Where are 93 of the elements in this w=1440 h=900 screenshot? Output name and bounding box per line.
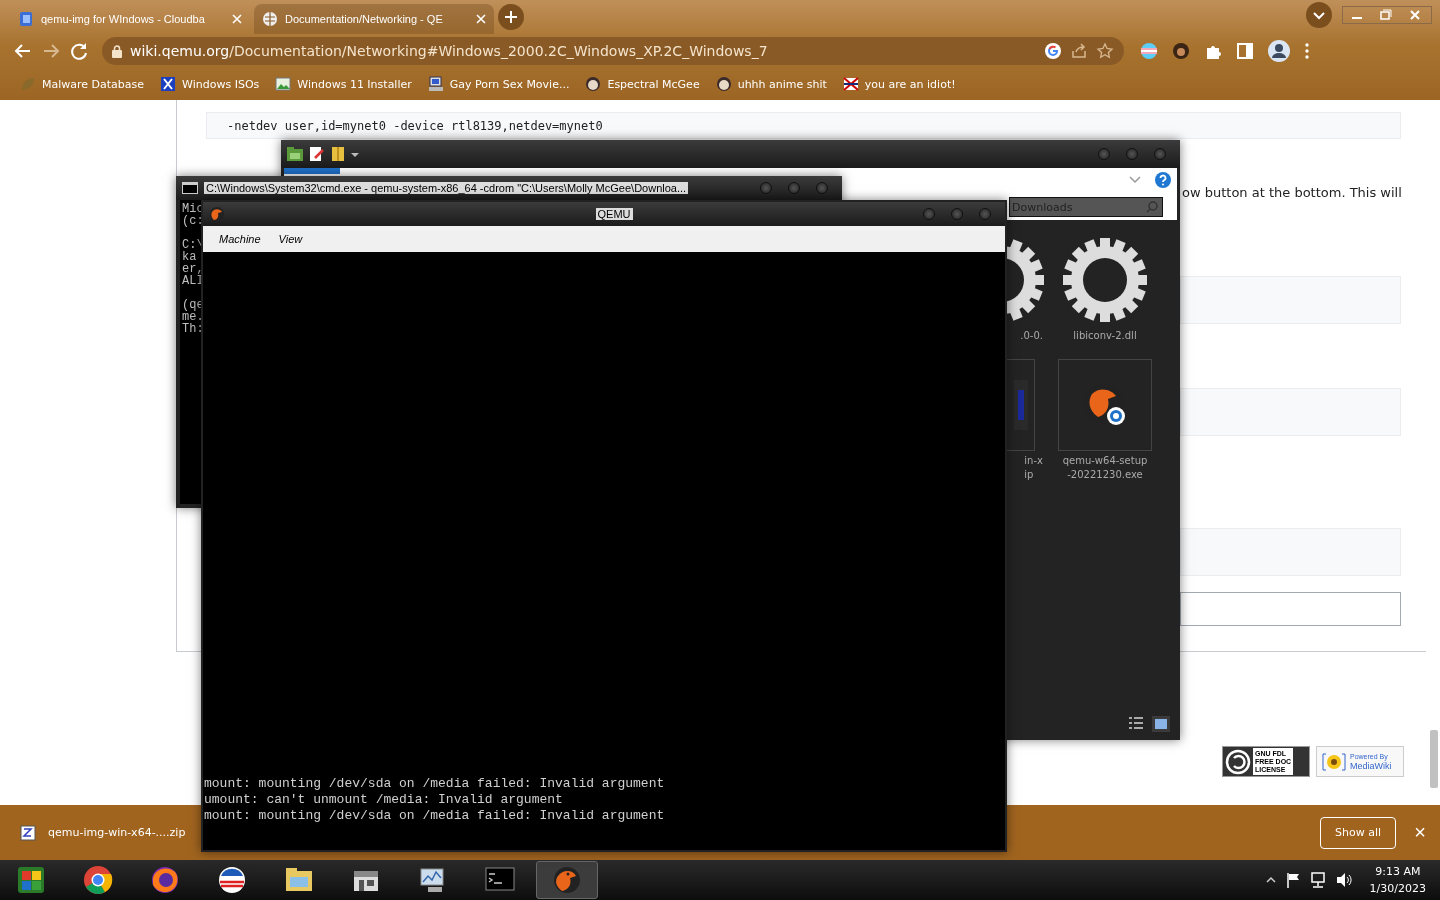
window-button[interactable] bbox=[760, 182, 772, 194]
document-icon bbox=[18, 11, 34, 27]
console-text: umount: can't unmount /media: Invalid argument bbox=[204, 792, 564, 808]
zip-file-icon bbox=[20, 824, 36, 841]
chevron-down-icon[interactable] bbox=[1306, 2, 1332, 28]
menu-icon[interactable] bbox=[1304, 42, 1310, 60]
bookmark-link[interactable]: uhhh anime shit bbox=[737, 77, 827, 91]
file-name[interactable]: in-x ip bbox=[1024, 454, 1043, 482]
paragraph-text: ow button at the bottom. This will bbox=[1182, 185, 1403, 200]
scrollbar-thumb[interactable] bbox=[1430, 730, 1438, 788]
show-all-button[interactable]: Show all bbox=[1319, 816, 1396, 849]
copyleft-icon bbox=[1225, 748, 1251, 775]
thumbnail-view-icon[interactable] bbox=[1152, 716, 1170, 732]
chevron-down-icon[interactable] bbox=[1129, 176, 1141, 184]
lock-icon bbox=[112, 44, 122, 58]
console-text: ALI bbox=[182, 275, 205, 287]
console-text: Th: bbox=[182, 323, 205, 335]
taskbar-button[interactable] bbox=[536, 861, 598, 899]
app-icon[interactable] bbox=[150, 865, 180, 895]
extension-icon[interactable] bbox=[1140, 42, 1158, 60]
menu-item[interactable]: Machine bbox=[211, 231, 269, 247]
window-button[interactable] bbox=[951, 208, 963, 220]
window-title: C:\Windows\System32\cmd.exe - qemu-system-x86_64 -cdrom "C:\Users\Molly McGee\Downloa... bbox=[204, 182, 689, 194]
sunflower-icon bbox=[1321, 750, 1347, 773]
site-icon bbox=[585, 76, 602, 92]
window-button[interactable] bbox=[979, 208, 991, 220]
console-text: mount: mounting /dev/sda on /media failed: Invalid argument bbox=[204, 776, 666, 792]
archive-icon bbox=[1013, 380, 1028, 430]
profile-icon[interactable] bbox=[1268, 40, 1290, 62]
close-icon[interactable] bbox=[232, 14, 242, 24]
url-text[interactable]: wiki.qemu.org/Documentation/Networking#Windows_2000.2C_Windows_XP.2C_Windows_7 bbox=[130, 43, 1036, 59]
window-button[interactable] bbox=[1098, 148, 1110, 160]
side-panel-icon[interactable] bbox=[1236, 42, 1254, 60]
new-tab-icon[interactable] bbox=[498, 4, 524, 30]
file-thumbnail[interactable] bbox=[1058, 359, 1152, 451]
bookmark-link[interactable]: you are an idiot! bbox=[864, 77, 956, 91]
site-icon bbox=[842, 76, 859, 92]
file-name[interactable]: qemu-w64-setup -20221230.exe bbox=[1062, 454, 1148, 482]
close-icon[interactable] bbox=[476, 14, 486, 24]
console-icon bbox=[182, 182, 198, 194]
network-icon[interactable] bbox=[1309, 872, 1326, 888]
console-text: mount: mounting /dev/sda on /media failed: Invalid argument bbox=[204, 808, 666, 824]
console-text: ka bbox=[182, 251, 198, 263]
file-name[interactable]: .0-0. bbox=[1020, 329, 1043, 343]
browser-tab[interactable]: qemu-img for WIndows - Cloudba bbox=[10, 4, 250, 34]
file-thumbnail[interactable] bbox=[1007, 359, 1035, 451]
site-icon bbox=[427, 76, 444, 92]
new-folder-icon[interactable] bbox=[331, 146, 345, 162]
star-icon[interactable] bbox=[1096, 42, 1114, 60]
window-button[interactable] bbox=[788, 182, 800, 194]
bookmark-link[interactable]: Gay Porn Sex Movie... bbox=[449, 77, 570, 91]
clock-time[interactable]: 9:13 AM bbox=[1375, 863, 1421, 880]
bird-icon bbox=[209, 206, 225, 222]
caret-icon[interactable] bbox=[351, 150, 359, 158]
help-icon[interactable] bbox=[1155, 172, 1171, 188]
google-icon[interactable] bbox=[1044, 42, 1062, 60]
window-title: QEMU bbox=[595, 208, 633, 220]
bookmark-link[interactable]: Windows ISOs bbox=[182, 77, 260, 91]
app-icon[interactable] bbox=[83, 865, 113, 895]
file-name[interactable]: libiconv-2.dll bbox=[1073, 329, 1137, 343]
bookmark-link[interactable]: Malware Database bbox=[42, 77, 145, 91]
bookmark-link[interactable]: Windows 11 Installer bbox=[297, 77, 412, 91]
volume-icon[interactable] bbox=[1335, 872, 1352, 888]
badge-text: MediaWiki bbox=[1350, 760, 1392, 771]
window-button[interactable] bbox=[1126, 148, 1138, 160]
close-button[interactable]: × bbox=[1408, 820, 1432, 845]
app-icon[interactable] bbox=[217, 865, 247, 895]
input-field[interactable] bbox=[1180, 592, 1401, 626]
window-button[interactable] bbox=[923, 208, 935, 220]
browser-tab[interactable]: Documentation/Networking - QE bbox=[254, 4, 494, 34]
flag-icon[interactable] bbox=[1285, 872, 1300, 888]
site-icon bbox=[715, 76, 732, 92]
properties-icon[interactable] bbox=[309, 146, 325, 162]
globe-icon bbox=[262, 11, 278, 27]
console-text: me. bbox=[182, 311, 205, 323]
menu-item[interactable]: View bbox=[270, 231, 311, 247]
list-view-icon[interactable] bbox=[1128, 716, 1144, 730]
share-icon[interactable] bbox=[1070, 42, 1088, 60]
caret-up-icon[interactable] bbox=[1265, 876, 1276, 884]
folder-icon[interactable] bbox=[287, 147, 303, 161]
address-bar[interactable]: wiki.qemu.org/Documentation/Networking#Windows_2000.2C_Windows_XP.2C_Windows_7 bbox=[102, 37, 1124, 65]
site-icon bbox=[20, 76, 36, 92]
site-icon bbox=[275, 76, 292, 92]
bookmark-link[interactable]: Espectral McGee bbox=[607, 77, 700, 91]
download-item[interactable]: qemu-img-win-x64-....zip bbox=[48, 826, 186, 839]
clock-date[interactable]: 1/30/2023 bbox=[1369, 880, 1426, 897]
console-text: er, bbox=[182, 263, 205, 275]
window-button[interactable] bbox=[816, 182, 828, 194]
site-icon bbox=[160, 76, 177, 92]
window-button[interactable] bbox=[1154, 148, 1166, 160]
app-icon[interactable] bbox=[16, 865, 46, 895]
code-block: -netdev user,id=mynet0 -device rtl8139,netdev=mynet0 bbox=[206, 112, 1401, 139]
avatar-icon[interactable] bbox=[1172, 42, 1190, 60]
